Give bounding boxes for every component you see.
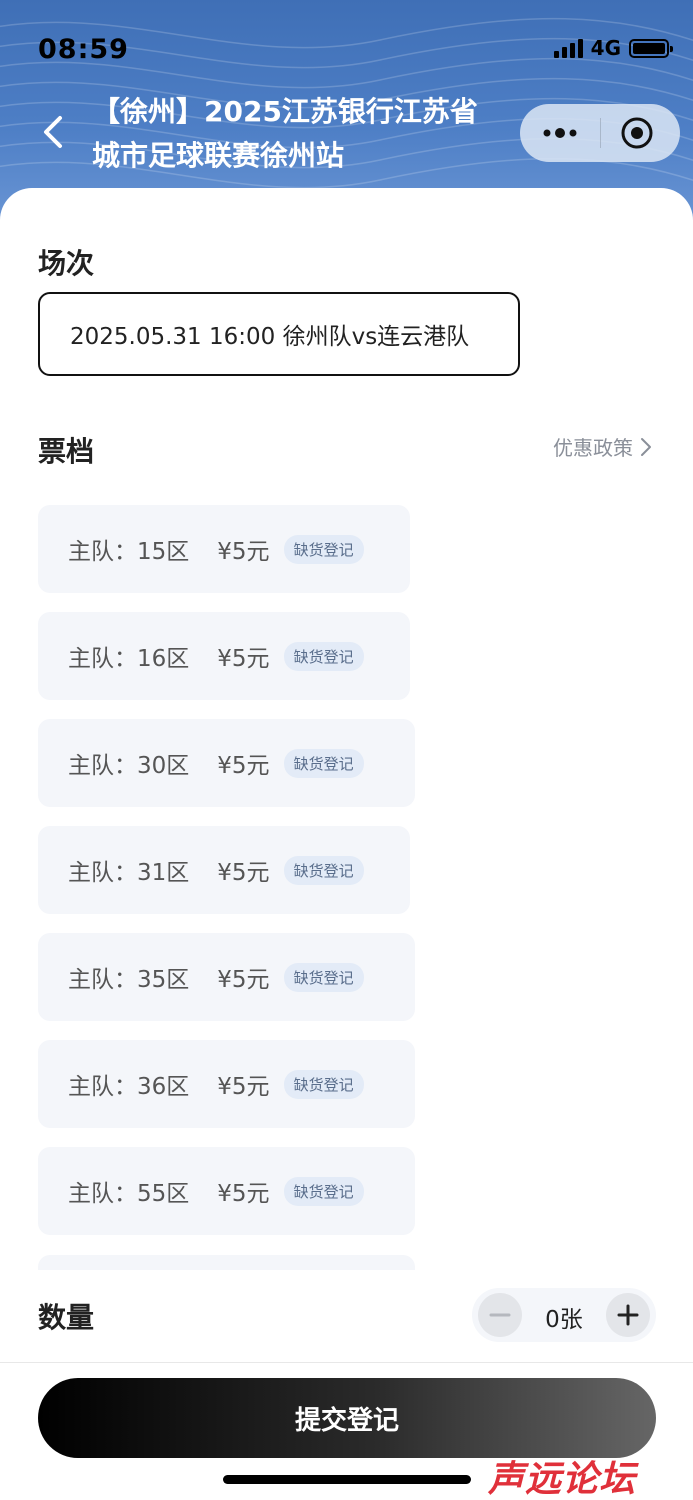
minus-icon[interactable]	[478, 1293, 522, 1337]
ticket-item[interactable]: 主队：35区 ¥5元 缺货登记	[38, 933, 415, 1021]
ticket-price: ¥5元	[217, 967, 270, 993]
quantity-label: 数量	[38, 1301, 95, 1334]
signal-icon	[553, 38, 583, 58]
session-option[interactable]: 2025.05.31 16:00 徐州队vs连云港队	[38, 292, 520, 376]
ticket-price: ¥5元	[217, 539, 270, 565]
page-title: 【徐州】2025江苏银行江苏省城市足球联赛徐州站	[92, 95, 478, 172]
out-of-stock-badge: 缺货登记	[283, 641, 364, 671]
ticket-zone: 主队：55区	[68, 1181, 190, 1207]
mini-program-capsule	[520, 104, 680, 162]
network-type: 4G	[590, 36, 621, 60]
ticket-zone: 主队：16区	[68, 646, 190, 672]
status-indicators: 4G	[553, 36, 673, 60]
chevron-right-icon	[641, 437, 651, 456]
ticket-price: ¥5元	[217, 646, 270, 672]
ticket-tier-label: 票档	[38, 435, 95, 468]
quantity-stepper: 0张	[472, 1288, 656, 1342]
discount-policy-link[interactable]: 优惠政策	[553, 432, 653, 461]
ticket-price: ¥5元	[217, 1181, 270, 1207]
ticket-zone: 主队：30区	[68, 753, 190, 779]
more-dots-icon[interactable]	[542, 120, 578, 146]
ticket-zone: 主队：35区	[68, 967, 190, 993]
out-of-stock-badge: 缺货登记	[283, 962, 364, 992]
ticket-zone: 主队：15区	[68, 539, 190, 565]
quantity-value: 0张	[545, 1307, 583, 1333]
out-of-stock-badge: 缺货登记	[283, 534, 364, 564]
ticket-list: 主队：15区 ¥5元 缺货登记 主队：16区 ¥5元 缺货登记 主队：30区 ¥…	[0, 505, 693, 1270]
battery-icon	[629, 38, 673, 58]
ticket-price: ¥5元	[217, 1074, 270, 1100]
ticket-price: ¥5元	[217, 860, 270, 886]
ticket-item[interactable]: 主队：55区 ¥5元 缺货登记	[38, 1147, 415, 1235]
submit-registration-button[interactable]: 提交登记	[38, 1378, 656, 1458]
status-time: 08:59	[38, 34, 129, 65]
out-of-stock-badge: 缺货登记	[283, 748, 364, 778]
discount-policy-text: 优惠政策	[553, 436, 633, 460]
ticket-item[interactable]: 主队：16区 ¥5元 缺货登记	[38, 612, 410, 700]
out-of-stock-badge: 缺货登记	[283, 1069, 364, 1099]
session-text: 2025.05.31 16:00 徐州队vs连云港队	[70, 324, 470, 350]
ticket-zone: 主队：36区	[68, 1074, 190, 1100]
plus-icon[interactable]	[606, 1293, 650, 1337]
home-indicator	[223, 1475, 471, 1484]
ticket-price: ¥5元	[217, 753, 270, 779]
bottom-divider	[0, 1362, 693, 1363]
session-label: 场次	[38, 247, 95, 280]
status-bar: 08:59 4G	[0, 0, 693, 100]
ticket-item[interactable]: 主队：15区 ¥5元 缺货登记	[38, 505, 410, 593]
ticket-item[interactable]: 主队：31区 ¥5元 缺货登记	[38, 826, 410, 914]
watermark-logo: 声远论坛	[488, 1459, 637, 1500]
ticket-item[interactable]: 主队：36区 ¥5元 缺货登记	[38, 1040, 415, 1128]
ticket-item[interactable]: 主队：30区 ¥5元 缺货登记	[38, 719, 415, 807]
ticket-item-partial[interactable]	[38, 1255, 415, 1270]
out-of-stock-badge: 缺货登记	[283, 1176, 364, 1206]
chevron-left-icon[interactable]	[36, 112, 72, 152]
ticket-zone: 主队：31区	[68, 860, 190, 886]
out-of-stock-badge: 缺货登记	[283, 855, 364, 885]
target-circle-icon[interactable]	[620, 116, 654, 150]
capsule-divider	[600, 118, 601, 148]
